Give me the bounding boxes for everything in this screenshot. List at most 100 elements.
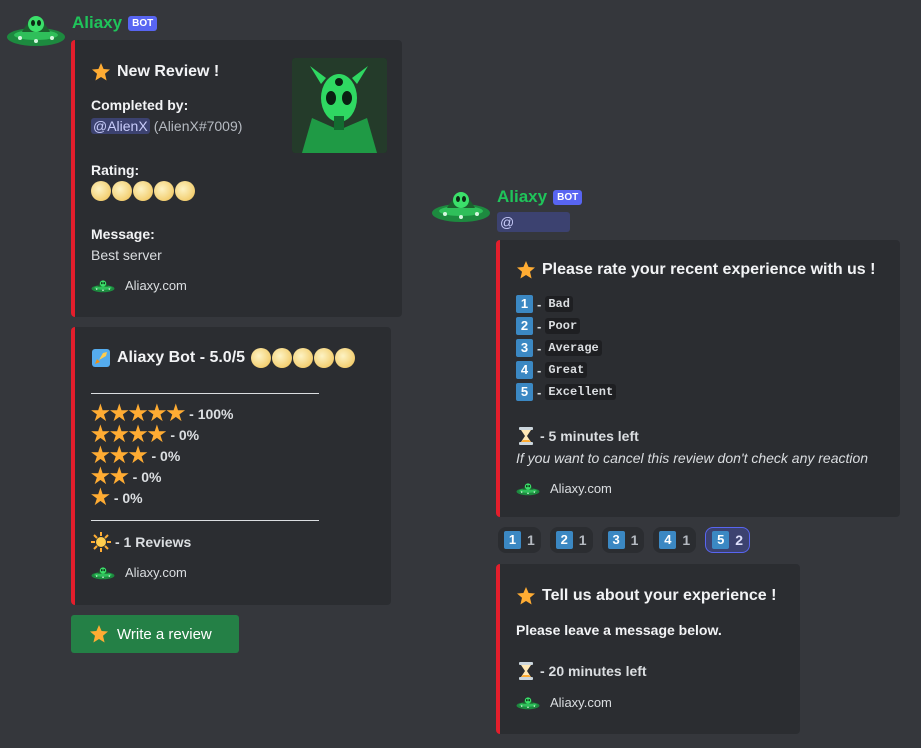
star-icon: ★ [128, 423, 148, 446]
reaction-4[interactable]: 41 [653, 527, 697, 553]
rating-option-1: 1- Bad [516, 293, 616, 315]
star-icon: ★ [91, 423, 110, 446]
tell-title: Tell us about your experience ! [516, 586, 776, 606]
star-icon: ★ [109, 402, 129, 425]
keycap-1-icon: 1 [504, 531, 521, 549]
rating-option-3: 3- Average [516, 337, 616, 359]
star-icon: ★ [128, 444, 148, 467]
rating-coin-icon [293, 348, 314, 368]
star-icon [517, 587, 535, 605]
reaction-2[interactable]: 21 [549, 527, 593, 553]
star-icon: ★ [109, 444, 129, 467]
rating-coin-icon [272, 348, 293, 368]
star-icon [517, 261, 535, 279]
keycap-2-icon: 2 [555, 531, 573, 549]
star-icon [90, 625, 108, 643]
rating-coin-icon [112, 181, 132, 201]
star-row-2: ★ ★ - 0% [91, 465, 162, 488]
keycap-3-icon: 3 [607, 531, 625, 549]
rating-coins [91, 181, 195, 201]
tell-footer: Aliaxy.com [516, 695, 612, 710]
reviews-count: - 1 Reviews [91, 531, 191, 553]
rating-coin-icon [251, 348, 272, 368]
star-row-4: ★ ★ ★ ★ - 0% [91, 423, 200, 446]
reaction-5[interactable]: 52 [705, 527, 750, 553]
summary-title: Aliaxy Bot - 5.0/5 [91, 348, 356, 368]
star-icon: ★ [91, 486, 110, 509]
rating-option-2: 2- Poor [516, 315, 616, 337]
hourglass-icon [519, 662, 533, 680]
rate-timer: - 5 minutes left [516, 425, 639, 447]
rocket-icon [92, 349, 110, 367]
keycap-4-icon: 4 [659, 531, 677, 549]
star-icon: ★ [109, 423, 129, 446]
rating-coin-icon [335, 348, 356, 368]
keycap-1-icon: 1 [516, 295, 533, 313]
star-distribution: ★ ★ ★ ★ ★ - 100% ★ ★ ★ ★ - 0% ★ ★ ★ - 0% ★ ★ - 0% … [91, 403, 234, 508]
tell-subtitle: Please leave a message below. [516, 622, 722, 638]
star-icon: ★ [147, 423, 167, 446]
reaction-1[interactable]: 11 [498, 527, 541, 553]
tell-timer: - 20 minutes left [516, 660, 647, 682]
star-icon: ★ [91, 465, 110, 488]
user-mention-redacted[interactable]: @ [497, 212, 570, 232]
footer-ufo-icon [516, 697, 540, 710]
star-icon: ★ [147, 402, 167, 425]
bot-name[interactable]: Aliaxy [72, 13, 122, 33]
rating-coin-icon [154, 181, 174, 201]
star-icon: ★ [109, 465, 129, 488]
rating-options: 1- Bad 2- Poor 3- Average 4- Great 5- Excelle… [516, 293, 617, 403]
bot-avatar-ufo-icon[interactable] [6, 10, 66, 48]
footer-ufo-icon [516, 483, 540, 496]
rate-title: Please rate your recent experience with … [516, 260, 875, 280]
rating-coin-icon [314, 348, 335, 368]
summary-embed: Aliaxy Bot - 5.0/5 ★ ★ ★ ★ ★ - 100% ★ ★ ★ ★ - 0… [71, 327, 391, 605]
keycap-5-icon: 5 [712, 531, 730, 549]
reaction-3[interactable]: 31 [601, 527, 645, 553]
rating-option-4: 4- Great [516, 359, 616, 381]
message-header: Aliaxy BOT [497, 187, 583, 207]
keycap-4-icon: 4 [516, 361, 533, 379]
completed-label: Completed by: [91, 97, 189, 113]
rate-embed: Please rate your recent experience with … [496, 240, 900, 517]
bot-tag: BOT [128, 15, 158, 31]
alien-thumbnail-image [292, 58, 387, 153]
bot-name[interactable]: Aliaxy [497, 187, 547, 207]
cancel-note: If you want to cancel this review don't … [516, 450, 869, 466]
tell-embed: Tell us about your experience ! Please l… [496, 564, 800, 734]
keycap-5-icon: 5 [516, 383, 533, 401]
reactions-bar: 11 21 31 41 52 [498, 527, 750, 553]
summary-coins [251, 348, 356, 368]
alien-thumbnail[interactable] [292, 58, 387, 153]
star-icon: ★ [128, 402, 148, 425]
write-review-button[interactable]: Write a review [71, 615, 239, 653]
review-footer: Aliaxy.com [91, 278, 187, 293]
rating-option-5: 5- Excellent [516, 381, 617, 403]
star-row-1: ★ - 0% [91, 486, 143, 509]
rate-footer: Aliaxy.com [516, 481, 612, 496]
keycap-3-icon: 3 [516, 339, 533, 357]
star-row-3: ★ ★ ★ - 0% [91, 444, 181, 467]
message-label: Message: [91, 226, 155, 242]
completed-by: @AlienX (AlienX#7009) [91, 118, 242, 134]
review-embed: New Review ! Completed by: @AlienX (Alie… [71, 40, 402, 317]
sun-icon [91, 532, 111, 552]
review-title: New Review ! [91, 62, 219, 82]
bot-avatar-ufo-icon[interactable] [431, 186, 491, 224]
divider-bottom [91, 520, 319, 521]
divider-top [91, 393, 319, 394]
footer-ufo-icon [91, 280, 115, 293]
star-icon [92, 63, 110, 81]
bot-tag: BOT [553, 189, 583, 205]
star-icon: ★ [91, 402, 110, 425]
message-text: Best server [91, 247, 162, 263]
rating-coin-icon [175, 181, 195, 201]
star-row-5: ★ ★ ★ ★ ★ - 100% [91, 402, 234, 425]
rating-label: Rating: [91, 162, 140, 178]
star-icon: ★ [91, 444, 110, 467]
user-mention[interactable]: @AlienX [91, 118, 150, 134]
summary-footer: Aliaxy.com [91, 565, 187, 580]
message-header: Aliaxy BOT [72, 13, 158, 33]
hourglass-icon [519, 427, 533, 445]
keycap-2-icon: 2 [516, 317, 533, 335]
